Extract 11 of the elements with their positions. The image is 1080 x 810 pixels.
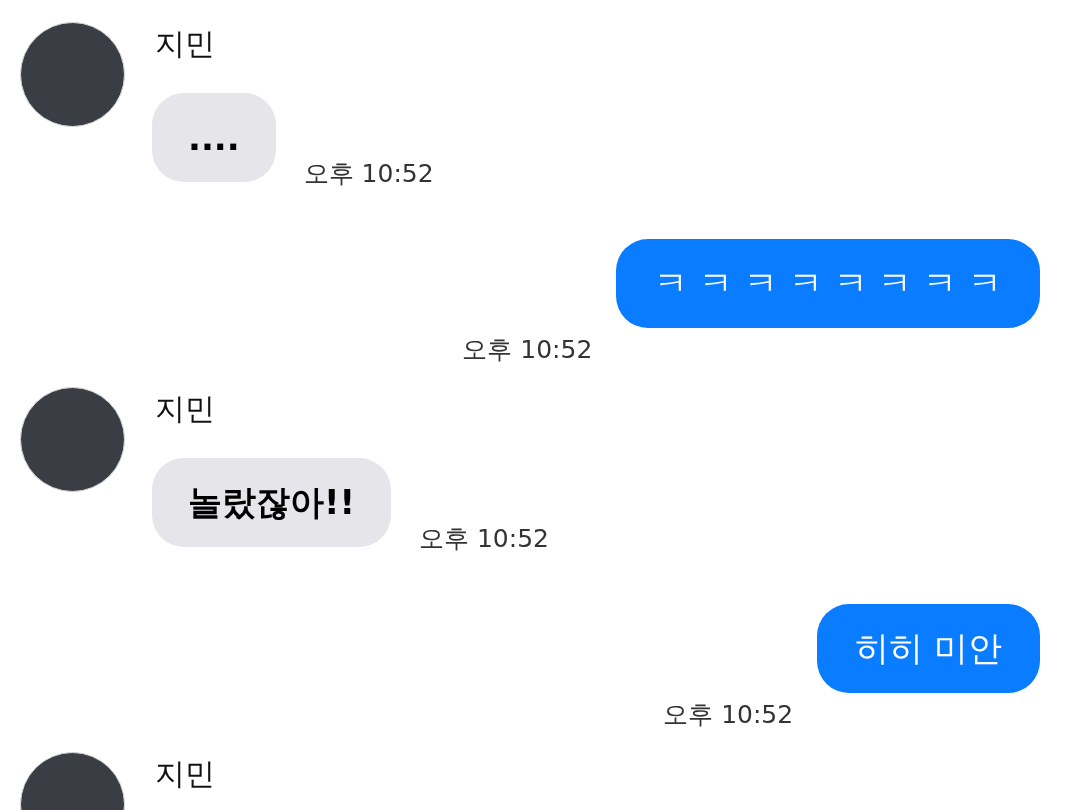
message-time: 오후 10:52	[303, 158, 434, 190]
message-bubble: ㅋ ㅋ ㅋ ㅋ ㅋ ㅋ ㅋ ㅋ	[616, 239, 1040, 328]
message-bubble: 히히 미안	[817, 604, 1040, 693]
message-bubble: 놀랐잖아!!	[152, 458, 391, 547]
message-bubble: ....	[152, 93, 276, 182]
sender-name: 지민	[155, 755, 215, 793]
sender-name: 지민	[155, 390, 216, 428]
sender-name: 지민	[155, 25, 216, 63]
message-time: 오후 10:52	[462, 334, 593, 366]
message-time: 오후 10:52	[419, 523, 549, 555]
message-time: 오후 10:52	[663, 699, 794, 731]
